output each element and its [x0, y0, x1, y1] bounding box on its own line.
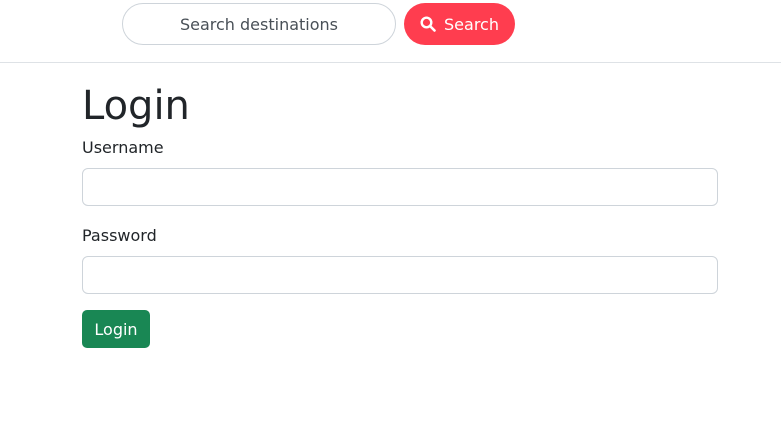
search-button-label: Search — [444, 14, 499, 34]
username-field[interactable] — [82, 168, 718, 206]
password-field[interactable] — [82, 256, 718, 294]
search-input[interactable] — [122, 3, 396, 45]
top-navbar: Search — [0, 0, 781, 63]
username-label: Username — [82, 138, 164, 157]
search-button[interactable]: Search — [404, 3, 515, 45]
page-title: Login — [82, 83, 190, 129]
login-form: Login Username Password Login — [82, 64, 718, 348]
search-icon — [420, 16, 436, 32]
password-label: Password — [82, 226, 157, 245]
login-button[interactable]: Login — [82, 310, 150, 348]
